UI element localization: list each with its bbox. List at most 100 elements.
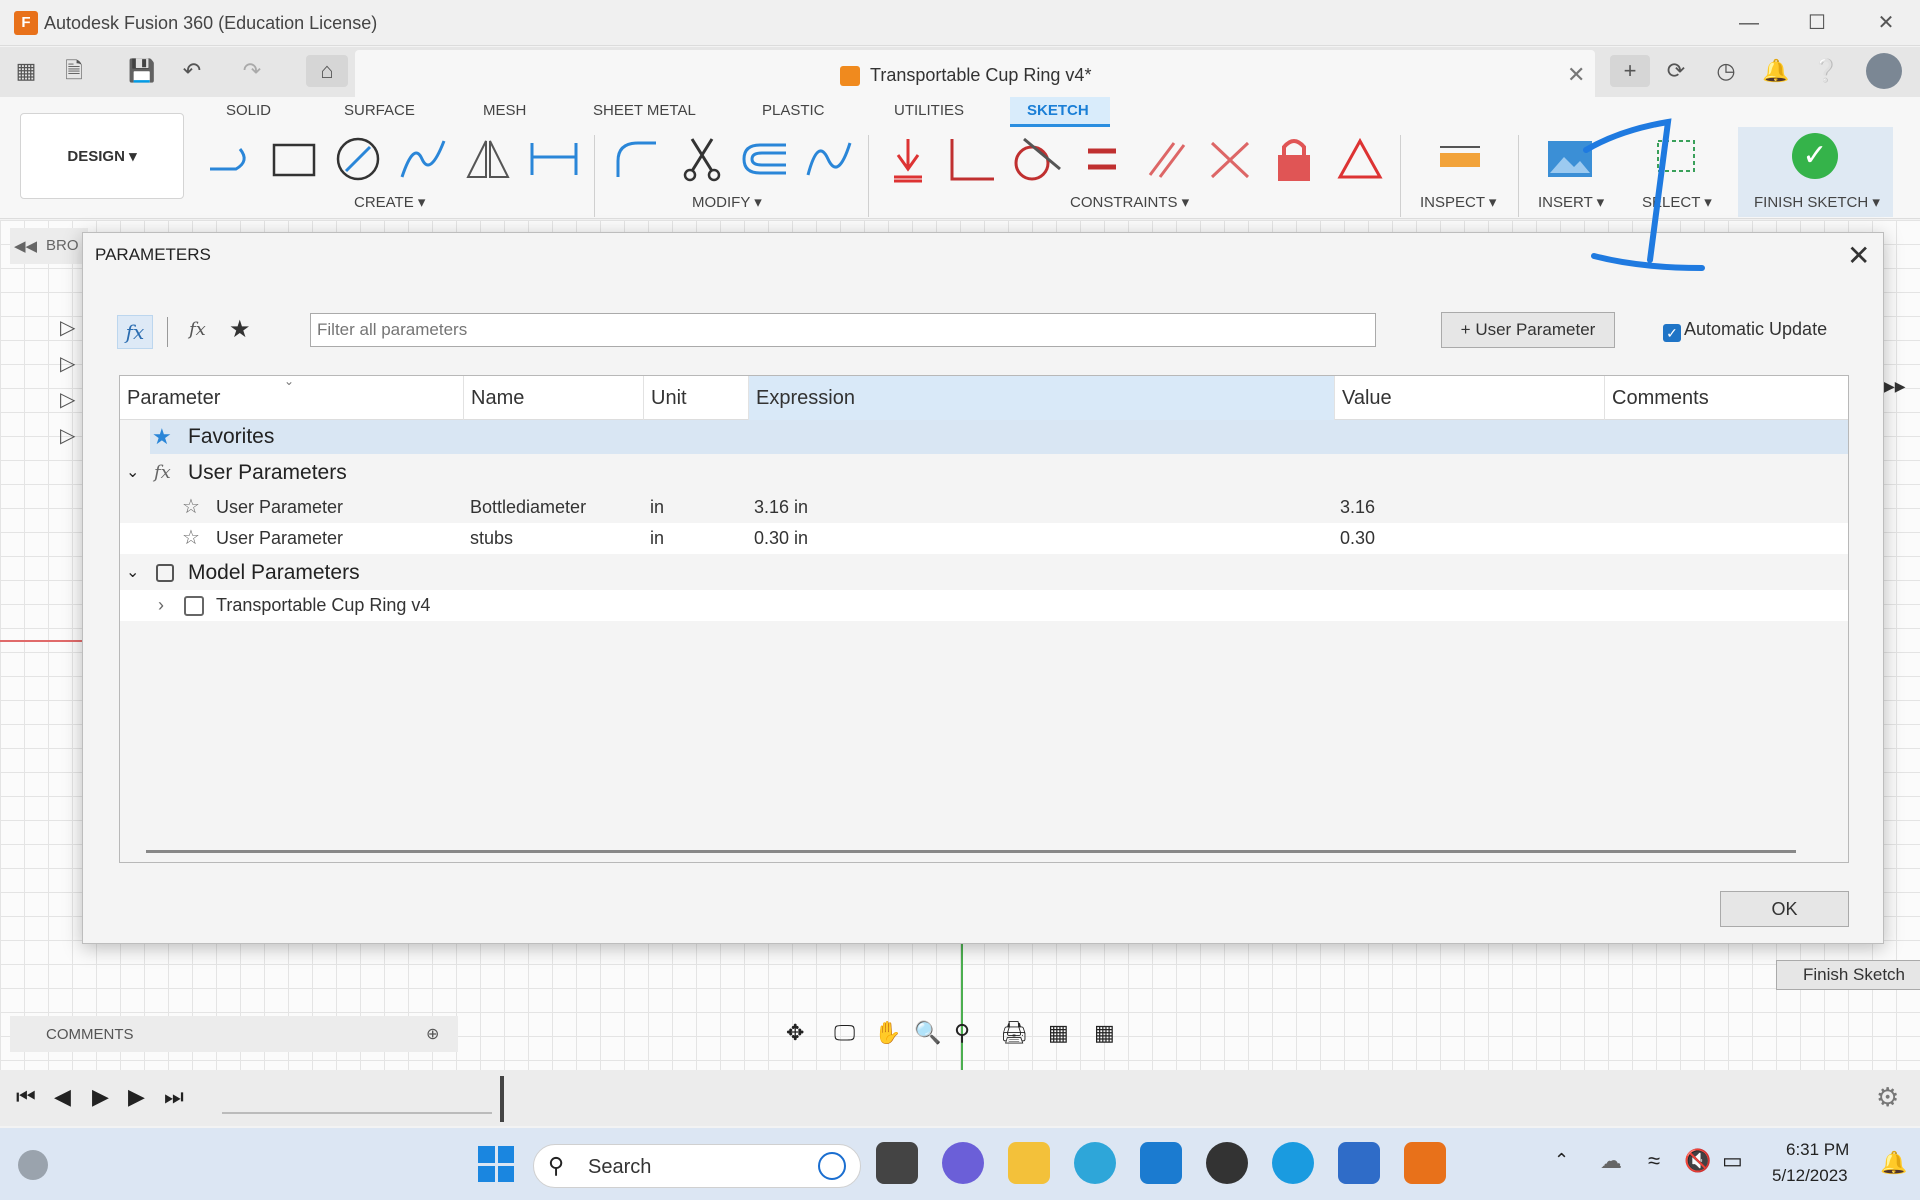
model-parameters-group-row[interactable]: ⌄ Model Parameters: [120, 556, 1848, 590]
expand-arrow-icon[interactable]: ▷: [60, 387, 75, 412]
finish-sketch-menu[interactable]: FINISH SKETCH ▾: [1754, 193, 1880, 211]
teams-chat-icon[interactable]: [942, 1142, 984, 1184]
expand-arrow-icon[interactable]: ▷: [60, 351, 75, 376]
star-outline-icon[interactable]: ☆: [182, 523, 200, 554]
table-row[interactable]: ☆ User Parameter Bottlediameter in 3.16 …: [120, 492, 1848, 523]
close-window-button[interactable]: ✕: [1863, 6, 1909, 40]
windows-start-icon[interactable]: [478, 1146, 514, 1182]
taskbar-search[interactable]: ⚲ Search: [533, 1144, 861, 1188]
new-tab-plus-icon[interactable]: +: [1610, 55, 1650, 87]
dell-icon[interactable]: [1206, 1142, 1248, 1184]
column-header-value[interactable]: Value: [1335, 376, 1605, 420]
browser-panel-header[interactable]: ◀◀ BRO: [10, 228, 88, 264]
store-icon[interactable]: [1338, 1142, 1380, 1184]
undo-icon[interactable]: ↶: [176, 55, 208, 87]
favorites-group-row[interactable]: ★ Favorites: [150, 420, 1848, 454]
home-icon[interactable]: ⌂: [306, 55, 348, 87]
trim-scissors-icon[interactable]: [676, 133, 728, 185]
tab-solid[interactable]: SOLID: [226, 102, 271, 119]
offset-tool-icon[interactable]: [738, 133, 790, 185]
tab-surface[interactable]: SURFACE: [344, 102, 415, 119]
cloud-icon[interactable]: ☁: [1600, 1148, 1622, 1174]
zoom-icon[interactable]: 🔍: [914, 1020, 941, 1046]
create-menu[interactable]: CREATE ▾: [354, 193, 425, 211]
cell-expression[interactable]: 0.30 in: [754, 523, 808, 554]
tab-sketch[interactable]: SKETCH: [1027, 102, 1089, 119]
triangle-constraint-icon[interactable]: [1334, 133, 1386, 185]
grid-settings-icon[interactable]: ▦: [1048, 1020, 1069, 1046]
equal-constraint-icon[interactable]: [1076, 133, 1128, 185]
apps-grid-icon[interactable]: ▦: [10, 55, 42, 87]
tab-plastic[interactable]: PLASTIC: [762, 102, 825, 119]
viewports-icon[interactable]: ▦: [1094, 1020, 1115, 1046]
maximize-button[interactable]: ☐: [1794, 6, 1840, 40]
volume-muted-icon[interactable]: 🔇: [1684, 1148, 1711, 1174]
tab-sheet-metal[interactable]: SHEET METAL: [593, 102, 696, 119]
battery-icon[interactable]: ▭: [1722, 1148, 1743, 1174]
tab-mesh[interactable]: MESH: [483, 102, 526, 119]
favorites-star-icon[interactable]: ★: [229, 315, 251, 344]
redo-icon[interactable]: ↷: [236, 55, 268, 87]
minimize-button[interactable]: —: [1726, 6, 1772, 40]
extensions-icon[interactable]: ⟳: [1660, 55, 1692, 87]
task-view-icon[interactable]: [876, 1142, 918, 1184]
checkbox-checked-icon[interactable]: ✓: [1663, 324, 1681, 342]
tangent-constraint-icon[interactable]: [1010, 133, 1062, 185]
filter-parameters-input[interactable]: [310, 313, 1376, 347]
column-header-unit[interactable]: Unit: [644, 376, 749, 420]
finish-sketch-button[interactable]: Finish Sketch: [1776, 960, 1920, 990]
column-header-comments[interactable]: Comments: [1605, 376, 1848, 420]
timeline-marker[interactable]: [500, 1076, 504, 1122]
comments-panel[interactable]: COMMENTS ⊕: [10, 1016, 458, 1052]
go-to-start-icon[interactable]: ⏮: [16, 1084, 36, 1110]
expand-panel-icon[interactable]: ▶▶: [1884, 378, 1906, 395]
chevron-down-icon[interactable]: ⌄: [126, 456, 139, 490]
edge-browser-icon[interactable]: [1074, 1142, 1116, 1184]
collapse-arrows-icon[interactable]: ◀◀: [14, 237, 37, 255]
fillet-tool-icon[interactable]: [610, 133, 662, 185]
perpendicular-constraint-icon[interactable]: [946, 133, 998, 185]
look-at-icon[interactable]: 🖵: [834, 1020, 855, 1046]
add-user-parameter-button[interactable]: + User Parameter: [1441, 312, 1615, 348]
document-tab[interactable]: Transportable Cup Ring v4* ✕: [355, 50, 1595, 97]
vscode-icon[interactable]: [1140, 1142, 1182, 1184]
column-header-name[interactable]: Name: [464, 376, 644, 420]
file-menu-icon[interactable]: 🗎: [58, 55, 90, 87]
parallel-constraint-icon[interactable]: [1140, 133, 1192, 185]
table-row[interactable]: › Transportable Cup Ring v4: [120, 590, 1848, 621]
notifications-bell-icon[interactable]: 🔔: [1760, 55, 1792, 87]
user-fx-filter-icon[interactable]: fx: [189, 319, 206, 340]
horizontal-scrollbar[interactable]: [146, 850, 1796, 853]
column-header-expression[interactable]: Expression: [749, 376, 1335, 420]
weather-icon[interactable]: [18, 1150, 48, 1180]
lock-constraint-icon[interactable]: [1268, 133, 1320, 185]
wifi-icon[interactable]: ≈: [1648, 1148, 1660, 1174]
dimension-tool-icon[interactable]: [528, 133, 580, 185]
rectangle-tool-icon[interactable]: [268, 133, 320, 185]
step-back-icon[interactable]: ◀: [54, 1084, 71, 1110]
expand-arrow-icon[interactable]: ▷: [60, 315, 75, 340]
job-status-icon[interactable]: ◷: [1710, 55, 1742, 87]
fit-icon[interactable]: ⚲: [954, 1020, 970, 1046]
fx-filter-icon[interactable]: fx: [117, 315, 153, 349]
file-explorer-icon[interactable]: [1008, 1142, 1050, 1184]
spline-tool-icon[interactable]: [396, 133, 448, 185]
ok-button[interactable]: OK: [1720, 891, 1849, 927]
automatic-update-checkbox[interactable]: ✓ Automatic Update: [1663, 319, 1827, 342]
help-icon[interactable]: ❔: [1810, 55, 1842, 87]
pan-hand-icon[interactable]: ✋: [874, 1020, 901, 1046]
modify-menu[interactable]: MODIFY ▾: [692, 193, 762, 211]
step-forward-icon[interactable]: ▶: [128, 1084, 145, 1110]
settings-gear-icon[interactable]: ⚙: [1876, 1082, 1899, 1113]
inspect-menu[interactable]: INSPECT ▾: [1420, 193, 1496, 211]
close-icon[interactable]: ✕: [1847, 239, 1870, 272]
circle-tool-icon[interactable]: [332, 133, 384, 185]
measure-icon[interactable]: [1434, 133, 1486, 185]
display-settings-icon[interactable]: 🖨: [1000, 1020, 1028, 1046]
line-tool-icon[interactable]: [204, 133, 256, 185]
tab-utilities[interactable]: UTILITIES: [894, 102, 964, 119]
save-icon[interactable]: 💾: [126, 55, 158, 87]
sketch-scale-icon[interactable]: [802, 133, 854, 185]
add-comment-icon[interactable]: ⊕: [426, 1024, 439, 1044]
chevron-up-icon[interactable]: ⌃: [1554, 1150, 1569, 1171]
